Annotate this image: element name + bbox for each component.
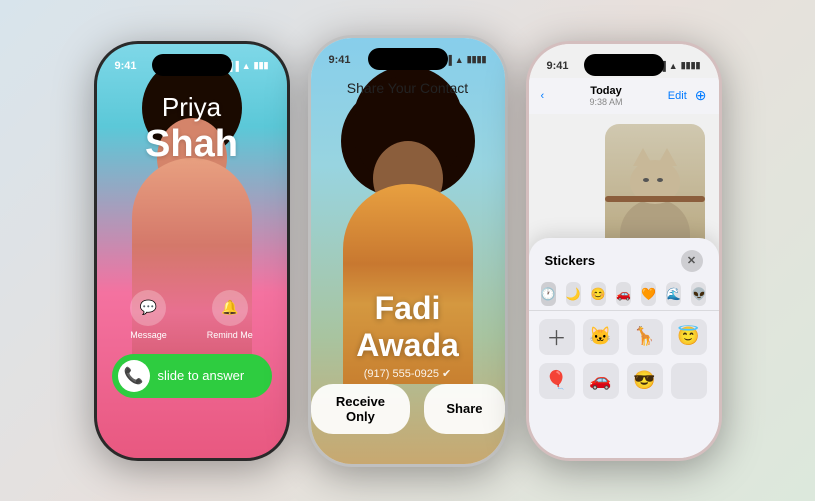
edit-button[interactable]: Edit (668, 90, 687, 102)
sticker-angel[interactable]: 😇 (671, 319, 707, 355)
sticker-grid-2: 🎈 🚗 😎 (529, 363, 719, 407)
sticker-panel-header: Stickers ✕ (529, 238, 719, 278)
contact-phone: (917) 555-0925 ✔ (311, 367, 505, 380)
dynamic-island-1 (152, 54, 232, 76)
remind-action[interactable]: 🔔 Remind Me (207, 290, 253, 340)
sticker-red-car[interactable]: 🚗 (583, 363, 619, 399)
close-stickers-button[interactable]: ✕ (681, 250, 703, 272)
sticker-tab-water[interactable]: 🌊 (666, 282, 681, 306)
time-1: 9:41 (115, 60, 137, 72)
sticker-empty (671, 363, 707, 399)
time-label: 9:38 AM (589, 97, 622, 107)
time-2: 9:41 (329, 54, 351, 66)
more-button[interactable]: ⊕ (695, 87, 707, 104)
caller-name: Priya Shah (97, 92, 287, 166)
message-action[interactable]: 💬 Message (130, 290, 167, 340)
phone-3: 9:41 ▐▐▐ ▲ ▮▮▮▮ ‹ Today 9:38 AM Edit ⊕ (526, 41, 722, 461)
caller-first: Priya (97, 92, 287, 123)
phone-icon: 📞 (118, 360, 150, 392)
cat-photo (605, 124, 705, 254)
sticker-cool[interactable]: 😎 (627, 363, 663, 399)
receive-only-button[interactable]: Receive Only (311, 384, 411, 434)
date-label: Today (589, 85, 622, 97)
dynamic-island-2 (368, 48, 448, 70)
back-button[interactable]: ‹ (541, 90, 545, 102)
sticker-tab-emoji[interactable]: 😊 (591, 282, 606, 306)
add-sticker-button[interactable]: ＋ (539, 319, 575, 355)
contact-first: Fadi (311, 290, 505, 327)
dynamic-island-3 (584, 54, 664, 76)
sticker-balloon[interactable]: 🎈 (539, 363, 575, 399)
sticker-cat[interactable]: 🐱 (583, 319, 619, 355)
contact-name: Fadi Awada (311, 290, 505, 364)
phone-2: 9:41 ▐▐▐ ▲ ▮▮▮▮ Share Your Contact Fadi … (308, 35, 508, 467)
sticker-giraffe[interactable]: 🦒 (627, 319, 663, 355)
share-header: Share Your Contact (311, 80, 505, 96)
messages-header: ‹ Today 9:38 AM Edit ⊕ (529, 78, 719, 114)
sticker-tab-alien[interactable]: 👽 (691, 282, 706, 306)
time-3: 9:41 (547, 60, 569, 72)
sticker-panel: Stickers ✕ 🕐 🌙 😊 🚗 🧡 🌊 👽 ＋ 🐱 🦒 😇 🎈 🚗 😎 (529, 238, 719, 458)
share-buttons: Receive Only Share (311, 384, 505, 434)
sticker-grid-1: ＋ 🐱 🦒 😇 (529, 311, 719, 363)
sticker-tab-moon[interactable]: 🌙 (566, 282, 581, 306)
message-icon: 💬 (130, 290, 166, 326)
action-buttons: 💬 Message 🔔 Remind Me (130, 290, 253, 340)
phone-1: 9:41 ▐▐▐▐ ▲ ▮▮▮ Priya Shah 💬 Message 🔔 R… (94, 41, 290, 461)
sticker-tabs: 🕐 🌙 😊 🚗 🧡 🌊 👽 (529, 278, 719, 311)
stickers-label: Stickers (545, 253, 596, 268)
sticker-tab-recent[interactable]: 🕐 (541, 282, 556, 306)
call-actions: 💬 Message 🔔 Remind Me 📞 slide to answer (97, 290, 287, 398)
sticker-tab-car[interactable]: 🚗 (616, 282, 631, 306)
contact-last: Awada (311, 327, 505, 364)
sticker-tab-heart[interactable]: 🧡 (641, 282, 656, 306)
share-button[interactable]: Share (424, 384, 504, 434)
remind-icon: 🔔 (212, 290, 248, 326)
slide-to-answer[interactable]: 📞 slide to answer (112, 354, 272, 398)
caller-last: Shah (97, 123, 287, 166)
